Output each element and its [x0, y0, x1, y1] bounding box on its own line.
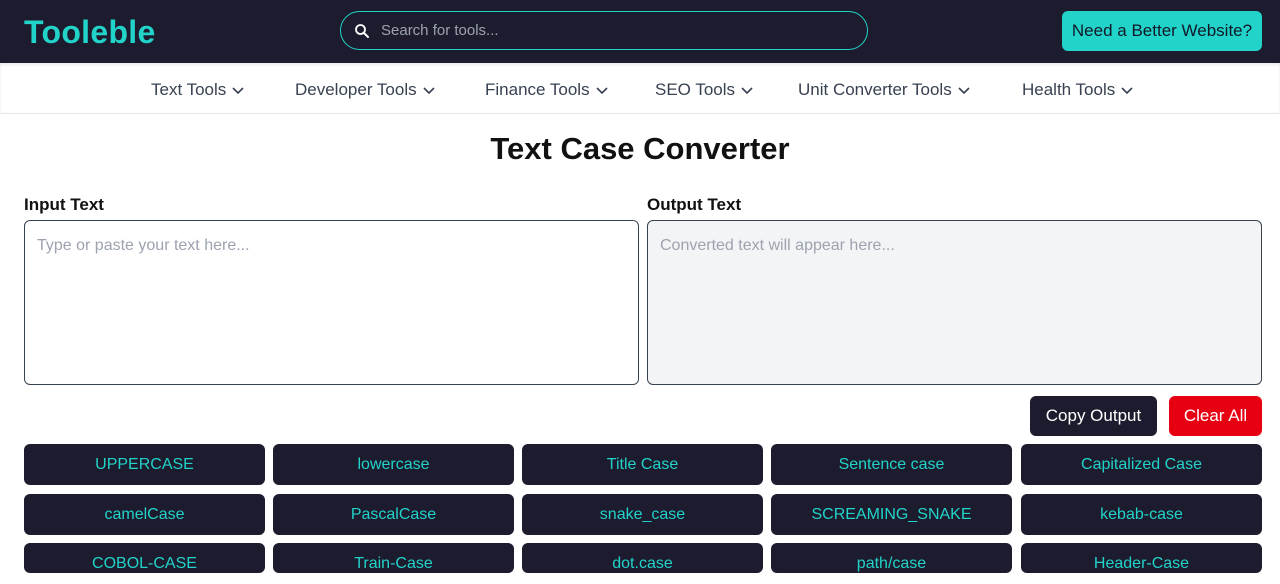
search-input[interactable]: [381, 12, 851, 49]
nav-unit-converter-tools[interactable]: Unit Converter Tools: [798, 80, 970, 100]
input-textarea[interactable]: [24, 220, 639, 385]
nav-label: SEO Tools: [655, 80, 736, 99]
nav-text-tools[interactable]: Text Tools: [151, 80, 244, 100]
case-header-button[interactable]: Header-Case: [1021, 543, 1262, 573]
case-camel-button[interactable]: camelCase: [24, 494, 265, 535]
nav-label: Text Tools: [151, 80, 227, 99]
nav-health-tools[interactable]: Health Tools: [1022, 80, 1133, 100]
case-path-button[interactable]: path/case: [771, 543, 1012, 573]
chevron-down-icon: [741, 86, 753, 94]
copy-output-button[interactable]: Copy Output: [1030, 396, 1157, 436]
case-train-button[interactable]: Train-Case: [273, 543, 514, 573]
case-cobol-button[interactable]: COBOL-CASE: [24, 543, 265, 573]
input-text-label: Input Text: [24, 195, 104, 214]
nav-label: Health Tools: [1022, 80, 1116, 99]
clear-all-button[interactable]: Clear All: [1169, 396, 1262, 436]
page-title: Text Case Converter: [490, 131, 790, 166]
nav-label: Unit Converter Tools: [798, 80, 952, 99]
nav-finance-tools[interactable]: Finance Tools: [485, 80, 608, 100]
case-pascal-button[interactable]: PascalCase: [273, 494, 514, 535]
case-screaming-snake-button[interactable]: SCREAMING_SNAKE: [771, 494, 1012, 535]
output-textarea[interactable]: [647, 220, 1262, 385]
need-better-website-button[interactable]: Need a Better Website?: [1062, 11, 1262, 51]
chevron-down-icon: [958, 86, 970, 94]
nav-label: Developer Tools: [295, 80, 417, 99]
chevron-down-icon: [596, 86, 608, 94]
search-icon: [355, 24, 369, 38]
nav-seo-tools[interactable]: SEO Tools: [655, 80, 753, 100]
case-snake-button[interactable]: snake_case: [522, 494, 763, 535]
chevron-down-icon: [1121, 86, 1133, 94]
chevron-down-icon: [232, 86, 244, 94]
top-header: Tooleble Need a Better Website?: [0, 0, 1280, 63]
case-kebab-button[interactable]: kebab-case: [1021, 494, 1262, 535]
case-title-button[interactable]: Title Case: [522, 444, 763, 485]
case-uppercase-button[interactable]: UPPERCASE: [24, 444, 265, 485]
nav-developer-tools[interactable]: Developer Tools: [295, 80, 435, 100]
chevron-down-icon: [423, 86, 435, 94]
site-logo[interactable]: Tooleble: [24, 14, 156, 51]
search-box[interactable]: [340, 11, 868, 50]
nav-label: Finance Tools: [485, 80, 590, 99]
output-text-label: Output Text: [647, 195, 742, 214]
case-sentence-button[interactable]: Sentence case: [771, 444, 1012, 485]
category-nav: Text Tools Developer Tools Finance Tools…: [0, 63, 1280, 114]
case-lowercase-button[interactable]: lowercase: [273, 444, 514, 485]
case-dot-button[interactable]: dot.case: [522, 543, 763, 573]
case-capitalized-button[interactable]: Capitalized Case: [1021, 444, 1262, 485]
